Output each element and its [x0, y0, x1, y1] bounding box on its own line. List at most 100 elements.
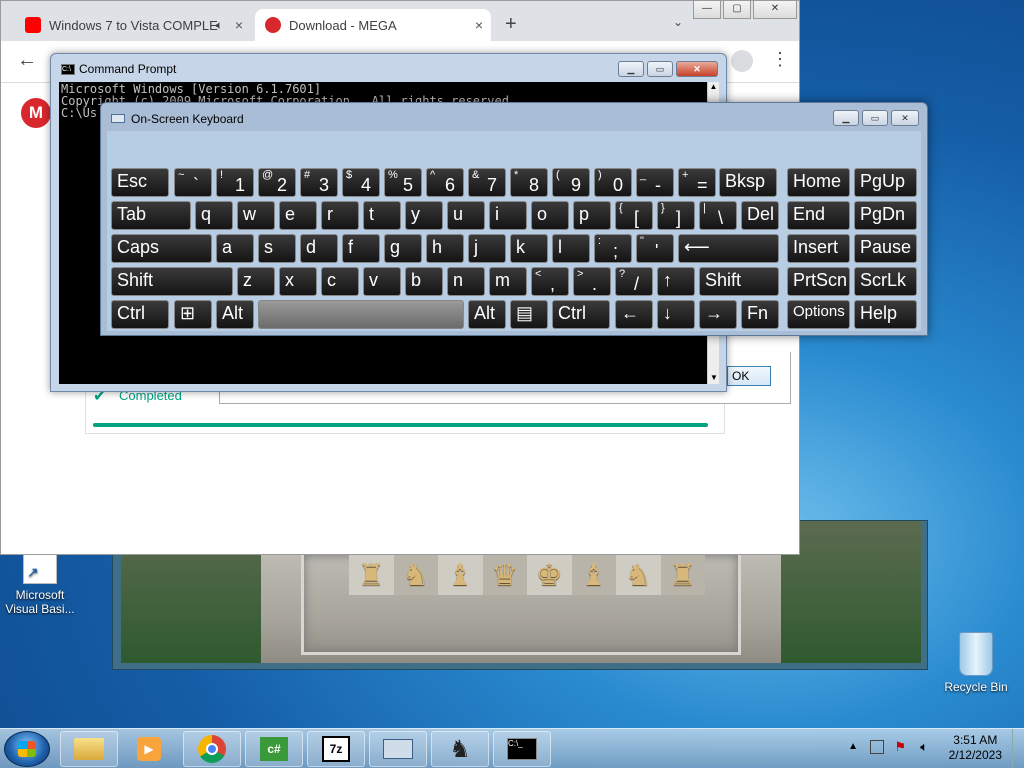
new-tab-button[interactable]: +	[505, 13, 517, 36]
back-arrow-icon[interactable]: ←	[17, 49, 37, 72]
key-h[interactable]: h	[426, 234, 464, 263]
key-6[interactable]: ^ 6	[426, 168, 464, 197]
key-w[interactable]: w	[237, 201, 275, 230]
close-button[interactable]: ✕	[676, 61, 718, 77]
taskbar-7zip-button[interactable]: 7z	[307, 731, 365, 767]
ok-button[interactable]: OK	[727, 366, 771, 386]
rook-piece-icon[interactable]: ♜	[660, 555, 705, 595]
taskbar-chess-button[interactable]: ♞	[431, 731, 489, 767]
taskbar-explorer-button[interactable]	[60, 731, 118, 767]
key-p[interactable]: p	[573, 201, 611, 230]
key-3[interactable]: #3	[300, 168, 338, 197]
desktop-icon-visual-basic[interactable]: ↗ Microsoft Visual Basi...	[0, 552, 80, 616]
king-piece-icon[interactable]: ♚	[527, 555, 572, 595]
key-o[interactable]: o	[531, 201, 569, 230]
taskbar-chrome-button[interactable]	[183, 731, 241, 767]
minimize-button[interactable]: ▁	[833, 110, 859, 126]
key-v[interactable]: v	[363, 267, 401, 296]
key-fn[interactable]: Fn	[741, 300, 779, 329]
key-n[interactable]: n	[447, 267, 485, 296]
maximize-button[interactable]: ▢	[723, 1, 751, 19]
key-=[interactable]: + =	[678, 168, 716, 197]
key-1[interactable]: ! 1	[216, 168, 254, 197]
tab-mega[interactable]: Download - MEGA ×	[255, 9, 491, 41]
key-g[interactable]: g	[384, 234, 422, 263]
key-d[interactable]: d	[300, 234, 338, 263]
key-esc[interactable]: Esc	[111, 168, 169, 197]
minimize-button[interactable]: —	[693, 1, 721, 19]
key-'[interactable]: " '	[636, 234, 674, 263]
key-pause[interactable]: Pause	[854, 234, 917, 263]
key-b[interactable]: b	[405, 267, 443, 296]
key-help[interactable]: Help	[854, 300, 917, 329]
key-t[interactable]: t	[363, 201, 401, 230]
minimize-button[interactable]: ▁	[618, 61, 644, 77]
key-end[interactable]: End	[787, 201, 850, 230]
show-desktop-button[interactable]	[1012, 729, 1024, 768]
start-button[interactable]	[4, 731, 50, 767]
key-\[interactable]: | \	[699, 201, 737, 230]
tab-search-icon[interactable]: ⌄	[673, 15, 683, 29]
key-shift-left[interactable]: Shift	[111, 267, 233, 296]
key-ctrl-left[interactable]: Ctrl	[111, 300, 169, 329]
key-][interactable]: }]	[657, 201, 695, 230]
taskbar-cmd-button[interactable]: C:\_	[493, 731, 551, 767]
key-j[interactable]: j	[468, 234, 506, 263]
key-insert[interactable]: Insert	[787, 234, 850, 263]
on-screen-keyboard-window[interactable]: On-Screen Keyboard ▁ ▭ ✕ Esc ~ `! 1 @2 #3 $4% 5…	[100, 102, 928, 336]
key-5[interactable]: % 5	[384, 168, 422, 197]
key--[interactable]: _ -	[636, 168, 674, 197]
key-home[interactable]: Home	[787, 168, 850, 197]
volume-icon[interactable]: 🔈︎	[920, 739, 928, 755]
taskbar-csharp-button[interactable]: c#	[245, 731, 303, 767]
key-a[interactable]: a	[216, 234, 254, 263]
key-space[interactable]	[258, 300, 464, 329]
key-pgdn[interactable]: PgDn	[854, 201, 917, 230]
key-s[interactable]: s	[258, 234, 296, 263]
key-del[interactable]: Del	[741, 201, 779, 230]
scroll-down-icon[interactable]: ▼	[708, 373, 720, 382]
key-alt-right[interactable]: Alt	[468, 300, 506, 329]
taskbar-media-player-button[interactable]: ▶	[120, 731, 178, 767]
menu-kebab-icon[interactable]: ⋮	[771, 49, 789, 70]
maximize-button[interactable]: ▭	[647, 61, 673, 77]
desktop-icon-recycle-bin[interactable]: Recycle Bin	[936, 632, 1016, 694]
taskbar-osk-button[interactable]	[369, 731, 427, 767]
knight-piece-icon[interactable]: ♞	[616, 555, 661, 595]
key-r[interactable]: r	[321, 201, 359, 230]
key-alt-left[interactable]: Alt	[216, 300, 254, 329]
key-bksp[interactable]: Bksp	[719, 168, 777, 197]
key-/[interactable]: ? /	[615, 267, 653, 296]
key-shift-right[interactable]: Shift	[699, 267, 779, 296]
key-right[interactable]: →	[699, 300, 737, 329]
show-hidden-icons-icon[interactable]: ▲	[848, 741, 858, 752]
rook-piece-icon[interactable]: ♜	[349, 555, 394, 595]
key-4[interactable]: $4	[342, 168, 380, 197]
clock[interactable]: 3:51 AM 2/12/2023	[949, 733, 1002, 763]
key-ctrl-right[interactable]: Ctrl	[552, 300, 610, 329]
key-8[interactable]: * 8	[510, 168, 548, 197]
key-up[interactable]: ↑	[657, 267, 695, 296]
key-tab[interactable]: Tab	[111, 201, 191, 230]
key-y[interactable]: y	[405, 201, 443, 230]
speaker-icon[interactable]: 🔈︎	[216, 18, 223, 33]
key-0[interactable]: ) 0	[594, 168, 632, 197]
action-center-icon[interactable]: ⚑	[894, 739, 906, 755]
close-tab-icon[interactable]: ×	[475, 17, 483, 33]
key-q[interactable]: q	[195, 201, 233, 230]
key-x[interactable]: x	[279, 267, 317, 296]
maximize-button[interactable]: ▭	[862, 110, 888, 126]
key-[[interactable]: {[	[615, 201, 653, 230]
queen-piece-icon[interactable]: ♛	[482, 555, 527, 595]
key-enter[interactable]: ⟵	[678, 234, 779, 263]
key-windows[interactable]: ⊞	[174, 300, 212, 329]
key-7[interactable]: & 7	[468, 168, 506, 197]
key-,[interactable]: <,	[531, 267, 569, 296]
key-caps[interactable]: Caps	[111, 234, 212, 263]
key-2[interactable]: @2	[258, 168, 296, 197]
key-`[interactable]: ~ `	[174, 168, 212, 197]
key-m[interactable]: m	[489, 267, 527, 296]
scroll-up-icon[interactable]: ▲	[708, 82, 719, 91]
key-scrlk[interactable]: ScrLk	[854, 267, 917, 296]
close-tab-icon[interactable]: ×	[235, 17, 243, 33]
